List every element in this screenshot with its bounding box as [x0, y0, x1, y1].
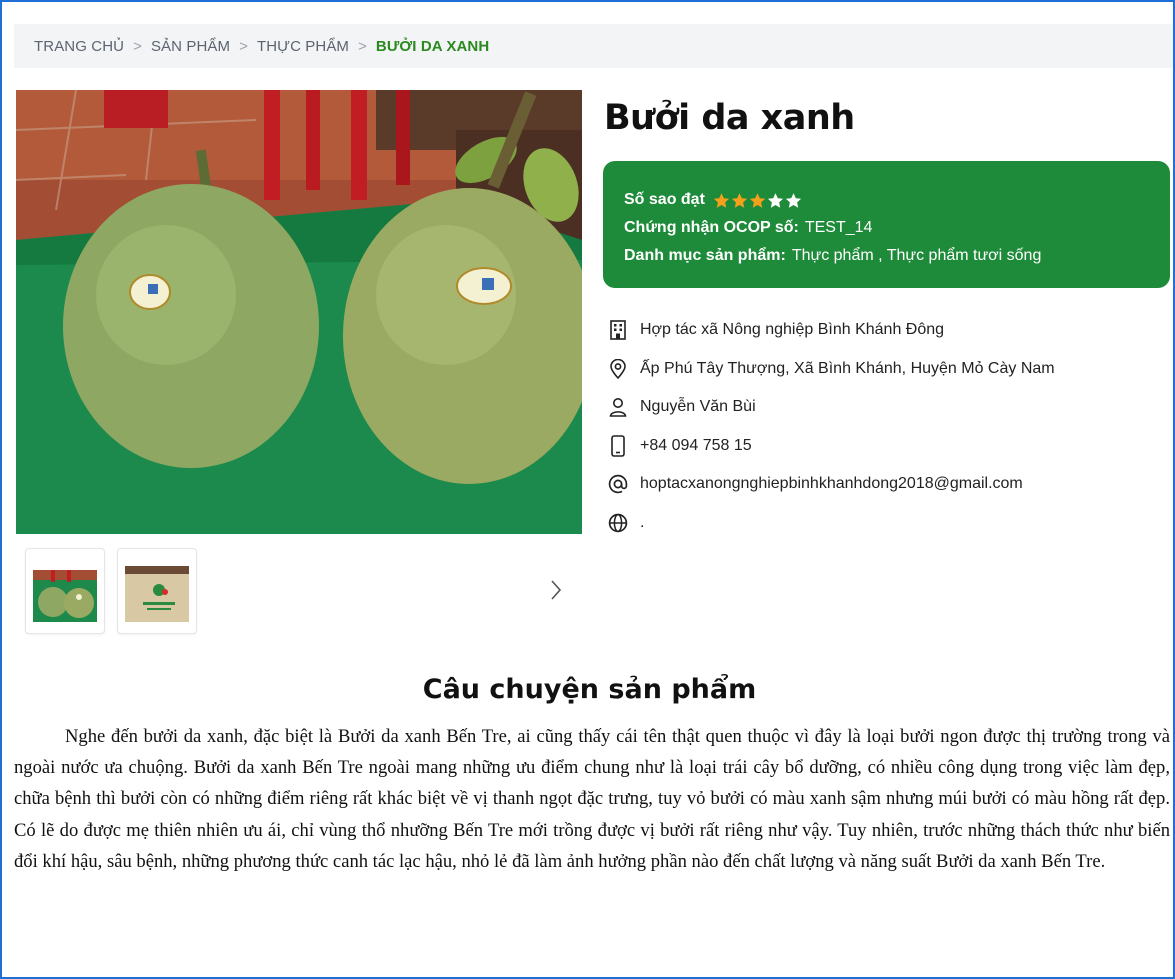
breadcrumb-food-link[interactable]: THỰC PHẨM — [257, 38, 349, 55]
star-filled-icon — [731, 192, 748, 208]
category-row: Danh mục sản phẩm: Thực phẩm , Thực phẩm… — [624, 242, 1150, 270]
organization-row: Hợp tác xã Nông nghiệp Bình Khánh Đông — [608, 311, 1168, 350]
certificate-value: TEST_14 — [804, 219, 873, 236]
chevron-right-icon — [551, 580, 562, 600]
email-link[interactable]: hoptacxanongnghiepbinhkhanhdong2018@gmai… — [640, 475, 1023, 493]
rating-label: Số sao đạt — [624, 191, 705, 208]
certificate-label: Chứng nhận OCOP số: — [624, 219, 799, 236]
certificate-row: Chứng nhận OCOP số: TEST_14 — [624, 214, 1150, 242]
thumbnail-pomelo-image — [33, 556, 97, 626]
breadcrumb: TRANG CHỦ > SẢN PHẨM > THỰC PHẨM > BƯỞI … — [14, 24, 1173, 68]
location-pin-icon — [608, 358, 628, 379]
building-icon — [608, 320, 628, 341]
breadcrumb-separator-icon: > — [239, 37, 248, 55]
breadcrumb-separator-icon: > — [358, 37, 367, 55]
product-page: TRANG CHỦ > SẢN PHẨM > THỰC PHẨM > BƯỞI … — [0, 0, 1175, 979]
phone-row: +84 094 758 15 — [608, 427, 1168, 466]
category-value: Thực phẩm , Thực phẩm tươi sống — [791, 247, 1042, 264]
rating-row: Số sao đạt — [624, 186, 1150, 214]
star-rating — [713, 192, 802, 209]
product-main-image[interactable] — [16, 90, 582, 534]
person-name: Nguyễn Văn Bùi — [640, 398, 756, 416]
website-row: . — [608, 504, 1168, 543]
globe-icon — [608, 513, 628, 533]
breadcrumb-home-link[interactable]: TRANG CHỦ — [34, 38, 124, 55]
address-row: Ấp Phú Tây Thượng, Xã Bình Khánh, Huyện … — [608, 350, 1168, 389]
star-empty-icon — [767, 192, 784, 208]
product-title: Bưởi da xanh — [604, 98, 855, 138]
pomelo-photo — [16, 90, 582, 534]
breadcrumb-separator-icon: > — [133, 37, 142, 55]
thumbnail-1[interactable] — [25, 548, 105, 634]
story-body: Nghe đến bưởi da xanh, đặc biệt là Bưởi … — [14, 726, 1170, 872]
contact-info-list: Hợp tác xã Nông nghiệp Bình Khánh Đông Ấ… — [608, 311, 1168, 542]
email-row: hoptacxanongnghiepbinhkhanhdong2018@gmai… — [608, 465, 1168, 504]
ocop-info-card: Số sao đạt Chứng nhận OCOP số: TEST_14 D… — [603, 161, 1170, 288]
person-icon — [608, 397, 628, 418]
phone-icon — [608, 434, 628, 457]
address-text: Ấp Phú Tây Thượng, Xã Bình Khánh, Huyện … — [640, 359, 1055, 377]
at-sign-icon — [608, 474, 628, 494]
thumbnail-2[interactable] — [117, 548, 197, 634]
website-link[interactable]: . — [640, 514, 644, 532]
star-filled-icon — [713, 192, 730, 208]
breadcrumb-products-link[interactable]: SẢN PHẨM — [151, 38, 230, 55]
person-row: Nguyễn Văn Bùi — [608, 388, 1168, 427]
category-label: Danh mục sản phẩm: — [624, 247, 786, 264]
organization-name: Hợp tác xã Nông nghiệp Bình Khánh Đông — [640, 321, 945, 339]
star-empty-icon — [785, 192, 802, 208]
story-title: Câu chuyện sản phẩm — [422, 674, 757, 705]
star-filled-icon — [749, 192, 766, 208]
breadcrumb-current: BƯỞI DA XANH — [375, 37, 490, 55]
phone-link[interactable]: +84 094 758 15 — [640, 437, 752, 455]
thumbnail-bag-image — [125, 556, 189, 626]
gallery-next-button[interactable] — [545, 576, 567, 604]
